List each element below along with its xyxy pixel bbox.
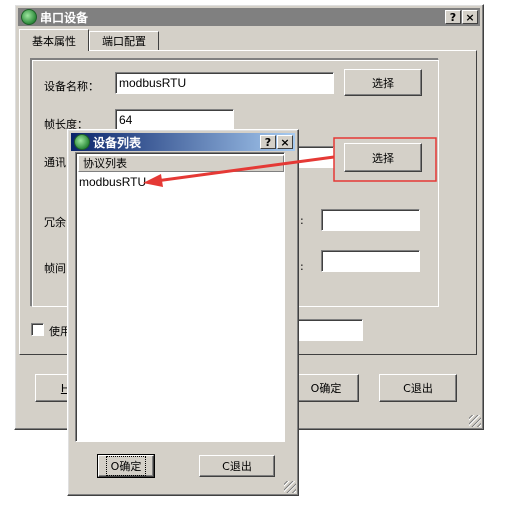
dialog-app-icon	[74, 134, 90, 150]
comm-field[interactable]	[297, 146, 334, 168]
frame-interval-colon: :	[300, 260, 304, 273]
close-icon[interactable]: ×	[462, 10, 478, 24]
device-name-field[interactable]: modbusRTU	[115, 72, 334, 94]
device-list-dialog: 设备列表 ? × 协议列表 modbusRTU O确定 C退出	[67, 129, 299, 496]
help-icon[interactable]: ?	[445, 10, 461, 24]
frame-interval-field[interactable]	[321, 250, 420, 272]
select-device-button[interactable]: 选择	[344, 69, 422, 96]
redundancy-colon: :	[300, 214, 304, 227]
app-icon	[21, 9, 37, 25]
use-checkbox[interactable]	[31, 323, 44, 336]
redundancy-field[interactable]	[321, 209, 420, 231]
main-ok-button[interactable]: O确定	[293, 374, 359, 402]
tab-basic-properties-label: 基本属性	[32, 34, 76, 48]
dialog-title: 设备列表	[93, 135, 142, 150]
select-device-button-label: 选择	[372, 76, 394, 90]
dialog-ok-button[interactable]: O确定	[97, 454, 155, 478]
tab-basic-properties[interactable]: 基本属性	[19, 29, 89, 51]
main-exit-button[interactable]: C退出	[379, 374, 457, 402]
main-window-title: 串口设备	[40, 10, 89, 25]
redundancy-label: 冗余	[44, 216, 66, 229]
dialog-titlebar[interactable]: 设备列表 ? ×	[71, 133, 295, 151]
select-comm-button[interactable]: 选择	[344, 143, 422, 172]
list-item[interactable]: modbusRTU	[79, 175, 146, 189]
frame-interval-label: 帧间	[44, 262, 66, 275]
list-header[interactable]: 协议列表	[78, 155, 284, 172]
frame-length-field[interactable]: 64	[115, 109, 234, 131]
protocol-list[interactable]: 协议列表 modbusRTU	[75, 152, 285, 442]
dialog-close-icon[interactable]: ×	[277, 135, 293, 149]
main-exit-button-label: C退出	[403, 382, 433, 395]
comm-label: 通讯	[44, 156, 66, 169]
select-comm-button-label: 选择	[372, 151, 394, 165]
tab-port-config[interactable]: 端口配置	[89, 31, 159, 50]
device-name-label: 设备名称：	[44, 80, 99, 93]
dialog-exit-button-label: C退出	[222, 460, 252, 473]
dialog-ok-button-label: O确定	[105, 456, 147, 476]
main-titlebar[interactable]: 串口设备 ? ×	[18, 8, 480, 26]
main-resize-grip[interactable]	[469, 415, 481, 427]
dialog-exit-button[interactable]: C退出	[199, 455, 275, 477]
main-ok-button-label: O确定	[310, 382, 342, 395]
use-field[interactable]	[297, 319, 363, 341]
list-header-label: 协议列表	[83, 157, 127, 170]
dialog-resize-grip[interactable]	[284, 481, 296, 493]
list-item-label: modbusRTU	[79, 175, 147, 189]
dialog-help-icon[interactable]: ?	[260, 135, 276, 149]
tab-port-config-label: 端口配置	[102, 35, 146, 48]
